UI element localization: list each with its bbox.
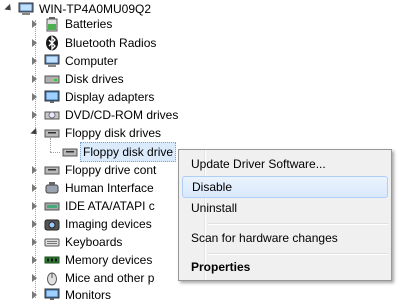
- camera-icon: [44, 219, 60, 231]
- tree-item-label: Imaging devices: [65, 217, 152, 231]
- tree-item-label: Monitors: [65, 288, 112, 302]
- tree-line-child-h: [50, 152, 60, 153]
- tree-item-label: Display adapters: [65, 90, 155, 104]
- tree-item-floppy-disk-drive[interactable]: Floppy disk drive: [62, 142, 177, 162]
- tree-item-label: Memory devices: [65, 253, 153, 267]
- tree-item-floppy-disk-drives[interactable]: Floppy disk drives: [30, 124, 161, 142]
- expand-arrow-icon[interactable]: [30, 92, 40, 102]
- tree-item-disk-drives[interactable]: Disk drives: [30, 70, 124, 88]
- tree-item-ide-controllers[interactable]: IDE ATA/ATAPI c: [30, 197, 155, 215]
- computer-icon: [44, 54, 60, 67]
- human-interface-icon: [45, 182, 59, 194]
- tree-item-display-adapters[interactable]: Display adapters: [30, 88, 154, 106]
- tree-item-label: Human Interface: [65, 181, 154, 195]
- tree-item-label: DVD/CD-ROM drives: [65, 108, 179, 122]
- tree-item-computer[interactable]: Computer: [30, 52, 118, 70]
- menu-item-properties[interactable]: Properties: [182, 256, 388, 278]
- expand-arrow-icon[interactable]: [30, 290, 40, 300]
- disk-drive-icon: [44, 75, 60, 84]
- menu-separator: [208, 223, 388, 225]
- menu-separator: [208, 253, 388, 255]
- expand-arrow-icon[interactable]: [4, 4, 14, 14]
- tree-item-label: IDE ATA/ATAPI c: [65, 199, 155, 213]
- battery-icon: [46, 17, 58, 32]
- menu-item-scan-hardware[interactable]: Scan for hardware changes: [182, 227, 388, 249]
- tree-item-label: Disk drives: [65, 72, 124, 86]
- expand-arrow-icon[interactable]: [30, 38, 40, 48]
- tree-item-label: Floppy disk drive: [80, 142, 177, 162]
- tree-item-imaging-devices[interactable]: Imaging devices: [30, 215, 152, 233]
- mouse-icon: [47, 272, 57, 286]
- display-adapter-icon: [44, 90, 60, 103]
- expand-arrow-icon[interactable]: [30, 201, 40, 211]
- menu-item-update-driver[interactable]: Update Driver Software...: [182, 153, 388, 175]
- dvd-drive-icon: [44, 111, 60, 120]
- floppy-controller-icon: [44, 166, 60, 175]
- expand-arrow-icon[interactable]: [30, 56, 40, 66]
- tree-item-label: Mice and other p: [65, 271, 155, 285]
- tree-item-mice[interactable]: Mice and other p: [30, 269, 154, 287]
- memory-icon: [44, 256, 60, 264]
- expand-arrow-icon[interactable]: [30, 74, 40, 84]
- tree-item-floppy-controllers[interactable]: Floppy drive cont: [30, 161, 156, 179]
- tree-item-monitors[interactable]: Monitors: [30, 286, 111, 304]
- collapse-arrow-icon[interactable]: [30, 128, 40, 138]
- expand-arrow-icon[interactable]: [30, 255, 40, 265]
- tree-item-human-interface[interactable]: Human Interface: [30, 179, 154, 197]
- expand-arrow-icon[interactable]: [30, 273, 40, 283]
- expand-arrow-icon[interactable]: [30, 183, 40, 193]
- floppy-drive-icon: [44, 129, 60, 138]
- expand-arrow-icon[interactable]: [30, 237, 40, 247]
- tree-item-bluetooth[interactable]: Bluetooth Radios: [30, 34, 156, 52]
- tree-item-label: Floppy drive cont: [65, 163, 157, 177]
- expand-arrow-icon[interactable]: [30, 19, 40, 29]
- tree-item-label: Keyboards: [65, 235, 123, 249]
- tree-item-label: Computer: [65, 54, 118, 68]
- tree-item-memory-devices[interactable]: Memory devices: [30, 251, 152, 269]
- expand-arrow-icon[interactable]: [30, 165, 40, 175]
- menu-item-uninstall[interactable]: Uninstall: [182, 197, 388, 219]
- tree-item-label: Floppy disk drives: [65, 126, 162, 140]
- context-menu: Update Driver Software... Disable Uninst…: [178, 149, 392, 281]
- tree-item-dvd-drives[interactable]: DVD/CD-ROM drives: [30, 106, 178, 124]
- tree-item-label: Bluetooth Radios: [65, 36, 157, 50]
- bluetooth-icon: [46, 35, 58, 51]
- tree-item-batteries[interactable]: Batteries: [30, 15, 112, 33]
- tree-item-keyboards[interactable]: Keyboards: [30, 233, 122, 251]
- keyboard-icon: [44, 238, 60, 247]
- floppy-disk-icon: [62, 148, 78, 157]
- menu-item-disable[interactable]: Disable: [182, 176, 388, 198]
- tree-item-label: Batteries: [65, 17, 113, 31]
- expand-arrow-icon[interactable]: [30, 219, 40, 229]
- ide-controller-icon: [44, 202, 60, 211]
- expand-arrow-icon[interactable]: [30, 110, 40, 120]
